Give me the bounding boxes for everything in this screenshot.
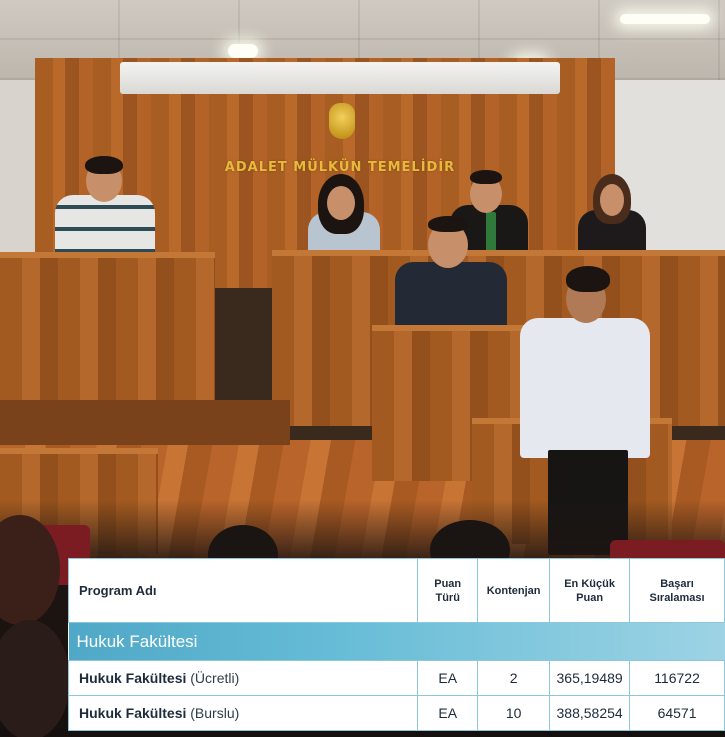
stage-step — [0, 400, 290, 445]
cell-success-rank: 64571 — [629, 695, 725, 731]
wall-motto: ADALET MÜLKÜN TEMELİDİR — [224, 160, 456, 175]
header-success-rank: Başarı Sıralaması — [629, 558, 725, 623]
cell-min-score: 365,19489 — [549, 660, 631, 696]
header-min-score: En Küçük Puan — [549, 558, 631, 623]
cell-score-type: EA — [417, 660, 479, 696]
ceiling-light — [228, 44, 258, 58]
program-table: Program Adı Puan Türü Kontenjan En Küçük P… — [67, 558, 725, 731]
judge-bench-left — [0, 252, 215, 408]
header-score-type: Puan Türü — [417, 558, 479, 623]
air-conditioner — [120, 62, 560, 94]
table-row: Hukuk Fakültesi (Ücretli) EA 2 365,19489… — [67, 660, 725, 696]
cell-score-type: EA — [417, 695, 479, 731]
table-row: Hukuk Fakültesi (Burslu) EA 10 388,58254… — [67, 695, 725, 731]
cell-min-score: 388,58254 — [549, 695, 631, 731]
table-header-row: Program Adı Puan Türü Kontenjan En Küçük P… — [67, 558, 725, 623]
left-wall — [0, 80, 40, 280]
cell-program-name: Hukuk Fakültesi (Ücretli) — [67, 660, 419, 696]
section-title: Hukuk Fakültesi — [68, 622, 725, 661]
cell-program-name: Hukuk Fakültesi (Burslu) — [67, 695, 419, 731]
cell-quota: 10 — [477, 695, 551, 731]
section-row: Hukuk Fakültesi — [68, 622, 725, 661]
cell-quota: 2 — [477, 660, 551, 696]
header-quota: Kontenjan — [477, 558, 551, 623]
ceiling-light — [620, 14, 710, 24]
emblem-icon — [329, 103, 355, 139]
cell-success-rank: 116722 — [629, 660, 725, 696]
header-program-name: Program Adı — [67, 558, 419, 623]
